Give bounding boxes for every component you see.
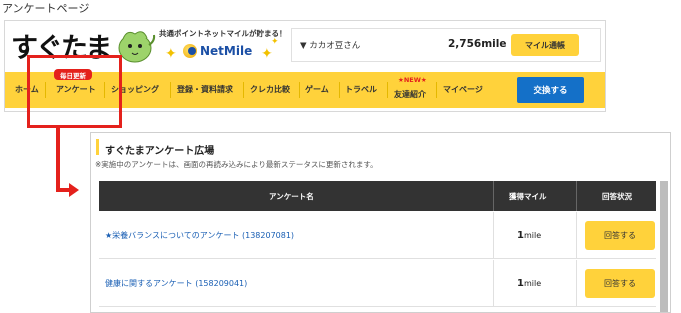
nav-credit-card[interactable]: クレカ比較 bbox=[250, 84, 290, 95]
nav-friend-referral[interactable]: 友達紹介 bbox=[394, 89, 426, 100]
nav-divider bbox=[170, 82, 171, 98]
answer-button[interactable]: 回答する bbox=[585, 221, 655, 250]
nav-divider bbox=[387, 82, 388, 98]
mile-balance: 2,756mile bbox=[448, 38, 507, 50]
nav-mypage[interactable]: マイページ bbox=[443, 84, 483, 95]
site-tagline: 共通ポイントネットマイルが貯まる！ bbox=[159, 29, 287, 38]
column-header-status: 回答状況 bbox=[602, 192, 632, 201]
mile-value: 1mile bbox=[517, 230, 541, 241]
survey-link[interactable]: 健康に関するアンケート (158209041) bbox=[105, 278, 247, 289]
mile-number: 1 bbox=[517, 230, 524, 241]
sparkle-icon: ✦ bbox=[261, 46, 273, 62]
cell-divider bbox=[493, 212, 494, 259]
survey-panel: すぐたまアンケート広場 ※実施中のアンケートは、画面の再読み込みにより最新ステー… bbox=[90, 132, 671, 313]
nav-divider bbox=[436, 82, 437, 98]
mile-unit: mile bbox=[523, 279, 542, 288]
arrow-head-icon bbox=[69, 183, 79, 197]
mile-value: 1mile bbox=[517, 278, 541, 289]
arrow-line bbox=[56, 128, 60, 192]
user-menu[interactable]: ▼ カカオ豆さん bbox=[300, 39, 360, 51]
sparkle-icon: ✦ bbox=[271, 37, 279, 47]
mile-passbook-button[interactable]: マイル通帳 bbox=[511, 34, 579, 56]
netmile-label: NetMile bbox=[200, 44, 253, 58]
panel-note: ※実施中のアンケートは、画面の再読み込みにより最新ステータスに更新されます。 bbox=[95, 160, 378, 169]
table-header: アンケート名 獲得マイル 回答状況 bbox=[99, 181, 656, 211]
scroll-thumb[interactable] bbox=[660, 181, 668, 312]
table-row: 健康に関するアンケート (158209041) 1mile 回答する bbox=[99, 260, 656, 307]
mile-unit: mile bbox=[523, 231, 542, 240]
header-divider bbox=[576, 181, 577, 211]
arrow-line bbox=[56, 188, 70, 192]
mile-number: 1 bbox=[517, 278, 524, 289]
nav-travel[interactable]: トラベル bbox=[345, 84, 377, 95]
survey-link[interactable]: ★栄養バランスについてのアンケート (138207081) bbox=[105, 230, 294, 241]
scrollbar[interactable] bbox=[660, 181, 668, 312]
new-badge: ★NEW★ bbox=[398, 76, 427, 84]
exchange-button[interactable]: 交換する bbox=[517, 77, 584, 103]
nav-divider bbox=[243, 82, 244, 98]
panel-title: すぐたまアンケート広場 bbox=[105, 146, 215, 157]
nav-divider bbox=[339, 82, 340, 98]
nav-divider bbox=[299, 82, 300, 98]
column-header-mile: 獲得マイル bbox=[509, 192, 547, 201]
cell-divider bbox=[493, 260, 494, 307]
table-row: ★栄養バランスについてのアンケート (138207081) 1mile 回答する bbox=[99, 212, 656, 259]
panel-title-bar: すぐたまアンケート広場 bbox=[96, 139, 215, 157]
page-caption: アンケートページ bbox=[2, 2, 90, 15]
cell-divider bbox=[576, 260, 577, 307]
sparkle-icon: ✦ bbox=[165, 46, 177, 62]
netmile-logo: NetMile bbox=[183, 44, 252, 58]
user-box: ▼ カカオ豆さん 2,756mile マイル通帳 bbox=[291, 28, 601, 62]
nav-game[interactable]: ゲーム bbox=[305, 84, 329, 95]
answer-button[interactable]: 回答する bbox=[585, 269, 655, 298]
highlight-box bbox=[27, 55, 122, 128]
cell-divider bbox=[576, 212, 577, 259]
nav-registration[interactable]: 登録・資料請求 bbox=[177, 84, 233, 95]
netmile-icon bbox=[183, 44, 197, 58]
column-header-survey-name: アンケート名 bbox=[269, 192, 314, 201]
header-divider bbox=[493, 181, 494, 211]
